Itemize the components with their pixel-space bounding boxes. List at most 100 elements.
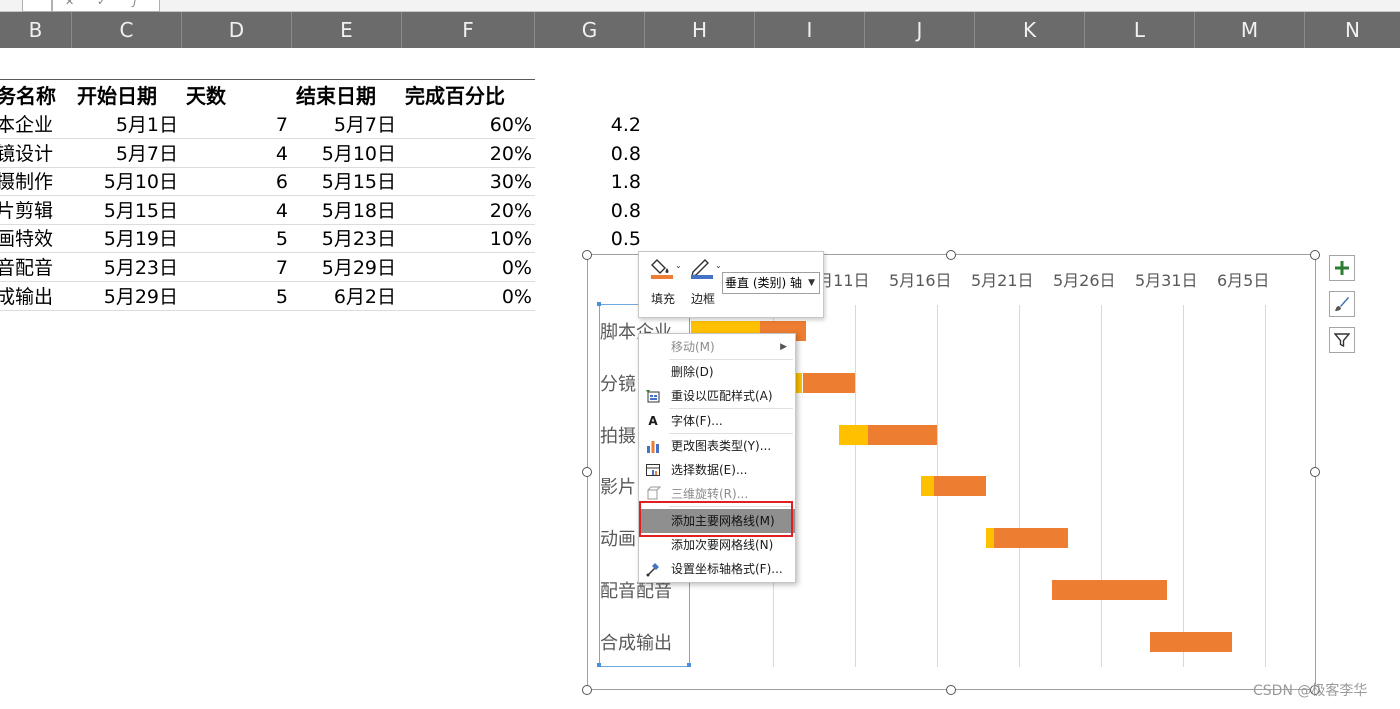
chart-resize-handle[interactable] [946,685,956,695]
sheet-tab-stub[interactable] [22,0,52,12]
cell-days[interactable]: 5 [182,283,288,311]
cell-days[interactable]: 7 [182,111,288,139]
cell-percent[interactable]: 30% [402,168,532,196]
menu-item-select-data[interactable]: 选择数据(E)... [639,458,795,482]
chart-styles-button[interactable] [1329,291,1355,317]
cell-percent[interactable]: 0% [402,283,532,311]
fill-button[interactable]: ⌄ [649,256,682,280]
cell-start-date[interactable]: 5月7日 [72,140,178,168]
cell-end-date[interactable]: 5月7日 [292,111,396,139]
bar-remaining[interactable] [934,476,986,496]
cell-start-date[interactable]: 5月10日 [72,168,178,196]
column-header-row: B C D E F G H I J K L M N [0,12,1400,48]
bar-remaining[interactable] [868,425,937,445]
chart-elements-button[interactable] [1329,255,1355,281]
menu-item-format-axis[interactable]: 设置坐标轴格式(F)... [639,557,795,581]
cell-days[interactable]: 4 [182,140,288,168]
chart-filters-button[interactable] [1329,327,1355,353]
function-icon[interactable]: ƒ [133,0,137,8]
confirm-icon[interactable]: ✓ [97,0,106,8]
axis-handle[interactable] [597,663,601,667]
column-header-h[interactable]: H [645,12,755,48]
column-header-e[interactable]: E [292,12,402,48]
cancel-icon[interactable]: ✕ [65,0,74,8]
menu-item-move[interactable]: 移动(M) ▶ [639,335,795,359]
header-end-date[interactable]: 结束日期 [296,82,376,110]
border-button[interactable]: ⌄ [689,256,722,280]
cell-task-name[interactable]: 画特效 [0,225,68,253]
menu-item-reset-style[interactable]: 重设以匹配样式(A) [639,384,795,408]
cell-percent[interactable]: 10% [402,225,532,253]
dropdown-arrow-icon: ▼ [808,278,815,288]
cell-start-date[interactable]: 5月15日 [72,197,178,225]
column-header-n[interactable]: N [1305,12,1400,48]
header-start-date[interactable]: 开始日期 [77,82,157,110]
cell-end-date[interactable]: 6月2日 [292,283,396,311]
cell-end-date[interactable]: 5月23日 [292,225,396,253]
column-header-c[interactable]: C [72,12,182,48]
header-task-name[interactable]: 务名称 [0,82,56,110]
axis-handle[interactable] [597,302,601,306]
menu-item-change-chart-type[interactable]: 更改图表类型(Y)... [639,434,795,458]
cell-percent[interactable]: 20% [402,140,532,168]
cell-days[interactable]: 4 [182,197,288,225]
chart-resize-handle[interactable] [582,250,592,260]
cell-task-name[interactable]: 摄制作 [0,168,68,196]
chart-element-dropdown[interactable]: 垂直 (类别) 轴 ▼ [722,272,820,294]
x-tick-label: 5月16日 [889,271,952,290]
column-header-k[interactable]: K [975,12,1085,48]
cell-task-name[interactable]: 成输出 [0,283,68,311]
column-header-j[interactable]: J [865,12,975,48]
chart-resize-handle[interactable] [946,250,956,260]
menu-item-font[interactable]: A 字体(F)... [639,409,795,433]
cell-g-value[interactable]: 0.8 [535,197,641,225]
cell-days[interactable]: 5 [182,225,288,253]
chart-resize-handle[interactable] [582,467,592,477]
bar-remaining[interactable] [1052,580,1167,600]
cell-end-date[interactable]: 5月18日 [292,197,396,225]
bar-remaining[interactable] [994,528,1068,548]
chart-resize-handle[interactable] [1310,467,1320,477]
column-header-m[interactable]: M [1195,12,1305,48]
cell-g-value[interactable]: 0.5 [535,225,641,253]
cell-percent[interactable]: 60% [402,111,532,139]
cell-end-date[interactable]: 5月15日 [292,168,396,196]
column-header-l[interactable]: L [1085,12,1195,48]
bar-progress[interactable] [839,425,869,445]
column-header-g[interactable]: G [535,12,645,48]
bar-remaining[interactable] [803,373,855,393]
border-label[interactable]: 边框 [691,290,715,307]
cell-days[interactable]: 6 [182,168,288,196]
column-header-f[interactable]: F [402,12,535,48]
cell-task-name[interactable]: 镜设计 [0,140,68,168]
cell-start-date[interactable]: 5月1日 [72,111,178,139]
bar-progress[interactable] [921,476,934,496]
cell-task-name[interactable]: 本企业 [0,111,68,139]
cell-task-name[interactable]: 片剪辑 [0,197,68,225]
column-header-d[interactable]: D [182,12,292,48]
cell-days[interactable]: 7 [182,254,288,282]
column-header-b[interactable]: B [0,12,72,48]
cell-g-value[interactable]: 0.8 [535,140,641,168]
chart-resize-handle[interactable] [1310,250,1320,260]
column-header-i[interactable]: I [755,12,865,48]
bar-remaining[interactable] [1150,632,1232,652]
cell-end-date[interactable]: 5月10日 [292,140,396,168]
cell-task-name[interactable]: 音配音 [0,254,68,282]
menu-item-delete[interactable]: 删除(D) [639,360,795,384]
menu-item-label: 字体(F)... [671,414,723,428]
cell-end-date[interactable]: 5月29日 [292,254,396,282]
header-days[interactable]: 天数 [186,82,226,110]
cell-start-date[interactable]: 5月29日 [72,283,178,311]
cell-percent[interactable]: 20% [402,197,532,225]
chart-resize-handle[interactable] [582,685,592,695]
cell-start-date[interactable]: 5月19日 [72,225,178,253]
bar-progress[interactable] [986,528,994,548]
cell-start-date[interactable]: 5月23日 [72,254,178,282]
cell-g-value[interactable]: 1.8 [535,168,641,196]
cell-g-value[interactable]: 4.2 [535,111,641,139]
header-percent[interactable]: 完成百分比 [405,82,505,110]
fill-label[interactable]: 填充 [651,290,675,307]
axis-handle[interactable] [687,663,691,667]
cell-percent[interactable]: 0% [402,254,532,282]
